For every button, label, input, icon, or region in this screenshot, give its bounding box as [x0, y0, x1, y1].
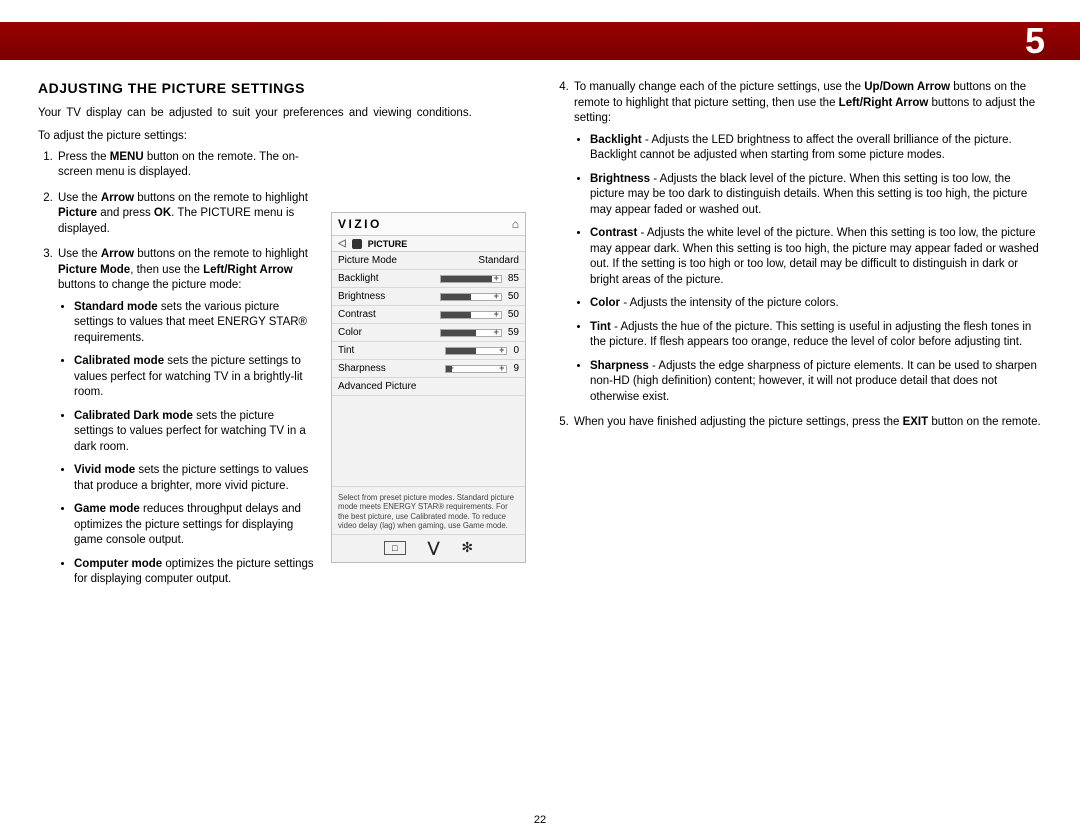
osd-label: Sharpness: [338, 363, 386, 374]
bullet-contrast: Contrast - Adjusts the white level of th…: [590, 226, 1042, 288]
osd-label: Picture Mode: [338, 255, 397, 266]
chapter-header: 5: [0, 22, 1080, 60]
slider[interactable]: [440, 329, 502, 337]
slider[interactable]: [440, 293, 502, 301]
osd-value: 9: [513, 363, 519, 374]
step-3: Use the Arrow buttons on the remote to h…: [56, 247, 316, 588]
osd-label: Contrast: [338, 309, 376, 320]
osd-header: VIZIO ⌂: [332, 213, 525, 236]
step-4: To manually change each of the picture s…: [572, 80, 1042, 405]
back-icon[interactable]: ◁: [338, 238, 346, 249]
osd-row-contrast[interactable]: Contrast 50: [332, 306, 525, 324]
slider[interactable]: [445, 347, 507, 355]
bullet-calibrated-mode: Calibrated mode sets the picture setting…: [74, 354, 316, 401]
osd-label: Color: [338, 327, 362, 338]
osd-label: Tint: [338, 345, 354, 356]
osd-value: 0: [513, 345, 519, 356]
adjustment-bullets: Backlight - Adjusts the LED brightness t…: [574, 133, 1042, 406]
gear-icon[interactable]: ✻: [461, 539, 473, 556]
bullet-vivid-mode: Vivid mode sets the picture settings to …: [74, 463, 316, 494]
slider[interactable]: [440, 275, 502, 283]
osd-label: Backlight: [338, 273, 379, 284]
vizio-logo: VIZIO: [338, 217, 382, 231]
lead-text: To adjust the picture settings:: [38, 130, 526, 142]
osd-value: 59: [508, 327, 519, 338]
picture-mode-bullets: Standard mode sets the various picture s…: [58, 300, 316, 588]
page-number: 22: [0, 814, 1080, 826]
bullet-standard-mode: Standard mode sets the various picture s…: [74, 300, 316, 347]
osd-row-sharpness[interactable]: Sharpness 9: [332, 360, 525, 378]
bullet-tint: Tint - Adjusts the hue of the picture. T…: [590, 320, 1042, 351]
slider[interactable]: [440, 311, 502, 319]
osd-value: 50: [508, 291, 519, 302]
step-1: Press the MENU button on the remote. The…: [56, 150, 316, 181]
steps-list-right: To manually change each of the picture s…: [554, 80, 1042, 431]
home-icon[interactable]: ⌂: [512, 217, 519, 231]
osd-panel: VIZIO ⌂ ◁ PICTURE Picture Mode Standard …: [331, 212, 526, 563]
osd-row-advanced[interactable]: Advanced Picture: [332, 378, 525, 396]
left-column: ADJUSTING THE PICTURE SETTINGS Your TV d…: [38, 80, 526, 804]
osd-nav-bar: □ ⋁ ✻: [332, 534, 525, 562]
bullet-calibrated-dark-mode: Calibrated Dark mode sets the picture se…: [74, 409, 316, 456]
intro-text: Your TV display can be adjusted to suit …: [38, 106, 526, 122]
section-heading: ADJUSTING THE PICTURE SETTINGS: [38, 80, 526, 96]
bullet-computer-mode: Computer mode optimizes the picture sett…: [74, 557, 316, 588]
picture-icon: [352, 239, 362, 249]
chapter-number: 5: [1025, 20, 1045, 62]
osd-title-row: ◁ PICTURE: [332, 236, 525, 252]
osd-row-brightness[interactable]: Brightness 50: [332, 288, 525, 306]
wide-icon[interactable]: □: [384, 541, 406, 555]
osd-value: Standard: [478, 255, 519, 266]
right-column: To manually change each of the picture s…: [554, 80, 1042, 804]
bullet-brightness: Brightness - Adjusts the black level of …: [590, 172, 1042, 219]
step-5: When you have finished adjusting the pic…: [572, 415, 1042, 431]
osd-label: Advanced Picture: [338, 381, 416, 392]
osd-title-text: PICTURE: [368, 239, 408, 249]
slider[interactable]: [445, 365, 507, 373]
bullet-game-mode: Game mode reduces throughput delays and …: [74, 502, 316, 549]
osd-row-backlight[interactable]: Backlight 85: [332, 270, 525, 288]
osd-row-tint[interactable]: Tint 0: [332, 342, 525, 360]
bullet-color: Color - Adjusts the intensity of the pic…: [590, 296, 1042, 312]
osd-value: 50: [508, 309, 519, 320]
step-2: Use the Arrow buttons on the remote to h…: [56, 191, 316, 238]
osd-hint-text: Select from preset picture modes. Standa…: [332, 486, 525, 534]
osd-row-picture-mode[interactable]: Picture Mode Standard: [332, 252, 525, 270]
page-body: ADJUSTING THE PICTURE SETTINGS Your TV d…: [38, 80, 1042, 804]
osd-value: 85: [508, 273, 519, 284]
osd-label: Brightness: [338, 291, 385, 302]
bullet-backlight: Backlight - Adjusts the LED brightness t…: [590, 133, 1042, 164]
chevron-down-icon[interactable]: ⋁: [428, 539, 439, 556]
bullet-sharpness: Sharpness - Adjusts the edge sharpness o…: [590, 359, 1042, 406]
osd-row-color[interactable]: Color 59: [332, 324, 525, 342]
